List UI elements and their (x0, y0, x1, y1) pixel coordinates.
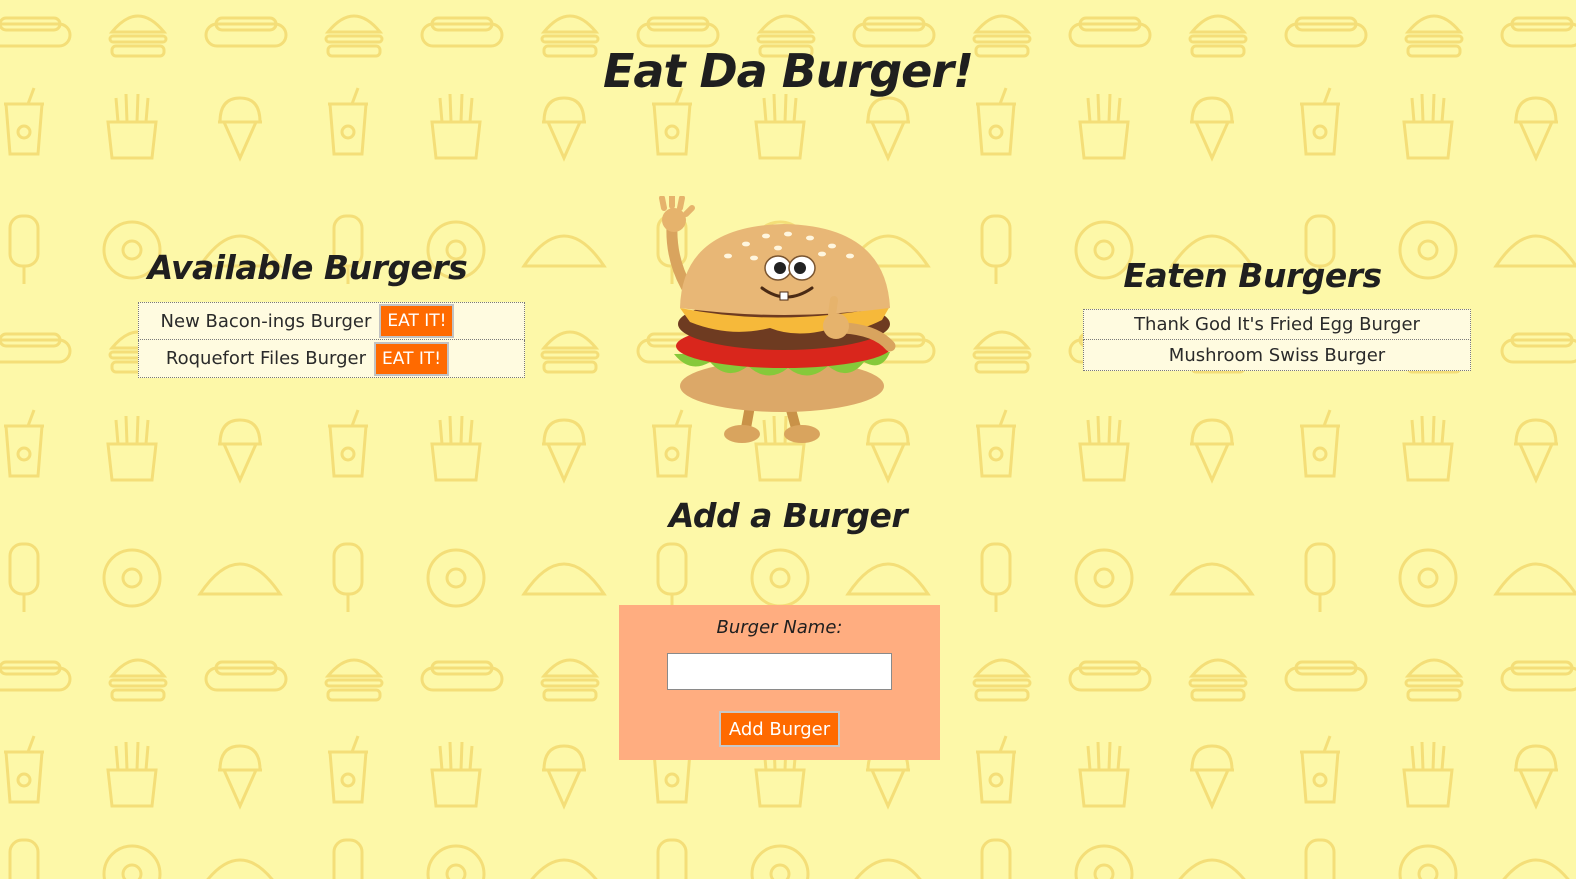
list-item: Roquefort Files Burger EAT IT! (138, 340, 525, 378)
burger-name: Mushroom Swiss Burger (1168, 344, 1386, 366)
add-burger-form: Burger Name: Add Burger (619, 605, 940, 760)
list-item: New Bacon-ings Burger EAT IT! (138, 302, 525, 340)
burger-name-label: Burger Name: (716, 617, 843, 638)
available-burgers-list: New Bacon-ings Burger EAT IT! Roquefort … (138, 302, 525, 378)
eat-it-button[interactable]: EAT IT! (379, 304, 455, 338)
list-item: Thank God It's Fried Egg Burger (1083, 309, 1471, 340)
burger-name: Roquefort Files Burger (165, 348, 367, 369)
eaten-burgers-list: Thank God It's Fried Egg Burger Mushroom… (1083, 309, 1471, 371)
burger-name: Thank God It's Fried Egg Burger (1134, 314, 1420, 335)
burger-name-input[interactable] (667, 653, 892, 690)
list-item: Mushroom Swiss Burger (1083, 340, 1471, 371)
burger-mascot-icon (659, 196, 896, 443)
page-title: Eat Da Burger! (603, 44, 974, 98)
add-burger-heading: Add a Burger (668, 496, 908, 535)
add-burger-button[interactable]: Add Burger (719, 711, 840, 747)
burger-name: New Bacon-ings Burger (160, 310, 372, 332)
eat-it-button[interactable]: EAT IT! (374, 341, 450, 376)
eaten-burgers-heading: Eaten Burgers (1123, 256, 1382, 295)
available-burgers-heading: Available Burgers (147, 248, 468, 287)
